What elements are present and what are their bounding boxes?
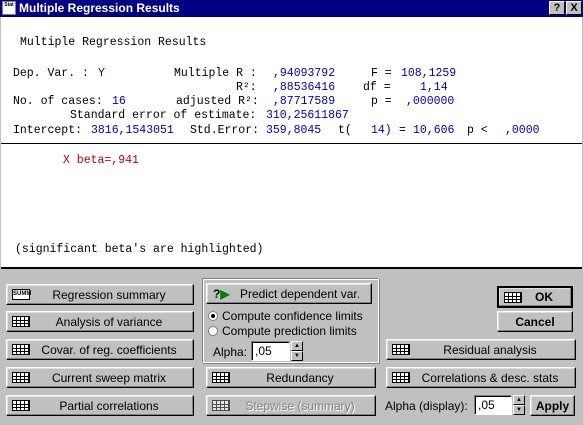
std-error-label: Std.Error:	[190, 124, 260, 137]
regression-results-window: Stat Multiple Regression Results ? X Mul…	[0, 0, 583, 425]
multiple-r-value: ,94093792	[273, 67, 336, 80]
p-label: p =	[371, 95, 392, 108]
close-button[interactable]: X	[566, 1, 582, 15]
prediction-limits-radio[interactable]: Compute prediction limits	[208, 324, 357, 338]
predict-button[interactable]: ?▶ Predict dependent var.	[206, 283, 372, 304]
t-df: 14)	[371, 124, 392, 137]
residual-analysis-button[interactable]: Residual analysis	[386, 339, 576, 360]
adj-r2-label: adjusted R²:	[176, 95, 259, 108]
table-icon	[12, 400, 30, 411]
stepwise-button[interactable]: Stepwise (summary)	[206, 395, 376, 416]
std-error-value: 359,8045	[266, 124, 322, 137]
results-output: Multiple Regression Results Dep. Var. : …	[1, 17, 582, 269]
window-title: Multiple Regression Results	[19, 1, 180, 15]
t-value: 10,606	[413, 124, 455, 137]
partial-correlations-label: Partial correlations	[59, 398, 159, 413]
predict-label: Predict dependent var.	[239, 286, 361, 301]
results-footnote: (significant beta's are highlighted)	[15, 243, 264, 256]
ok-button[interactable]: OK	[497, 286, 573, 308]
table-icon	[12, 316, 30, 327]
sum-table-icon: SUMM	[12, 289, 31, 300]
covar-label: Covar. of reg. coefficients	[41, 342, 177, 357]
current-sweep-button[interactable]: Current sweep matrix	[6, 367, 194, 388]
se-value: 310,25611867	[266, 109, 349, 122]
r2-label: R²:	[236, 81, 257, 94]
f-value: 108,1259	[401, 67, 457, 80]
p-value: ,000000	[406, 95, 455, 108]
results-divider	[1, 143, 582, 144]
table-icon	[12, 344, 30, 355]
alpha-display-input[interactable]: ,05	[474, 395, 512, 415]
regression-summary-label: Regression summary	[52, 287, 166, 302]
cases-label: No. of cases:	[13, 95, 103, 108]
confidence-limits-radio[interactable]: Compute confidence limits	[208, 309, 363, 323]
redundancy-button[interactable]: Redundancy	[206, 367, 376, 388]
correlations-label: Correlations & desc. stats	[421, 370, 559, 385]
regression-summary-button[interactable]: SUMM Regression summary	[6, 284, 194, 305]
partial-correlations-button[interactable]: Partial correlations	[6, 395, 194, 416]
confidence-limits-label: Compute confidence limits	[222, 309, 363, 323]
intercept-value: 3816,1543051	[91, 124, 174, 137]
analysis-of-variance-button[interactable]: Analysis of variance	[6, 311, 194, 332]
t-label: t(	[338, 124, 352, 137]
table-icon	[392, 344, 410, 355]
app-icon[interactable]: Stat	[2, 1, 16, 15]
cancel-button[interactable]: Cancel	[497, 311, 573, 332]
spin-up-icon[interactable]: ▲	[513, 395, 525, 405]
table-icon	[504, 292, 522, 303]
redundancy-label: Redundancy	[266, 370, 334, 385]
alpha-spinner[interactable]: ▲ ▼	[291, 341, 303, 361]
stepwise-label: Stepwise (summary)	[245, 398, 355, 413]
cancel-label: Cancel	[515, 314, 555, 329]
spin-up-icon[interactable]: ▲	[291, 341, 303, 351]
spin-down-icon[interactable]: ▼	[291, 351, 303, 361]
spin-down-icon[interactable]: ▼	[513, 405, 525, 415]
alpha-input[interactable]: ,05	[251, 341, 290, 361]
analysis-of-variance-label: Analysis of variance	[55, 314, 163, 329]
radio-icon	[208, 326, 218, 336]
prediction-limits-label: Compute prediction limits	[222, 324, 357, 338]
f-label: F =	[371, 67, 392, 80]
table-icon	[12, 372, 30, 383]
intercept-label: Intercept:	[13, 124, 83, 137]
table-icon	[212, 372, 230, 383]
multiple-r-label: Multiple R :	[174, 67, 257, 80]
se-label: Standard error of estimate:	[70, 109, 257, 122]
alpha-display-spinner[interactable]: ▲ ▼	[513, 395, 525, 415]
covar-button[interactable]: Covar. of reg. coefficients	[6, 339, 194, 360]
t-equals: =	[399, 124, 406, 137]
radio-selected-icon	[208, 311, 218, 321]
alpha-display-label: Alpha (display):	[385, 399, 468, 413]
ok-label: OK	[535, 290, 553, 304]
r2-value: ,88536416	[273, 81, 336, 94]
residual-analysis-label: Residual analysis	[443, 342, 537, 357]
apply-button[interactable]: Apply	[530, 395, 575, 416]
table-icon	[392, 372, 410, 383]
dep-var-value: Y	[98, 67, 105, 80]
df-label: df =	[363, 81, 391, 94]
correlations-button[interactable]: Correlations & desc. stats	[386, 367, 576, 388]
dep-var-label: Dep. Var. :	[13, 67, 89, 80]
current-sweep-label: Current sweep matrix	[51, 370, 167, 385]
help-button[interactable]: ?	[549, 1, 565, 15]
p2-value: ,0000	[505, 124, 540, 137]
table-icon	[212, 400, 230, 411]
adj-r2-value: ,87717589	[273, 95, 336, 108]
df-value: 1,14	[420, 81, 448, 94]
cases-value: 16	[112, 95, 126, 108]
p2-label: p <	[467, 124, 488, 137]
title-bar[interactable]: Stat Multiple Regression Results ? X	[0, 0, 583, 17]
alpha-label: Alpha:	[213, 345, 248, 359]
beta-line: X beta=,941	[63, 154, 139, 167]
question-arrow-icon: ?▶	[213, 287, 230, 301]
results-heading: Multiple Regression Results	[20, 36, 207, 49]
